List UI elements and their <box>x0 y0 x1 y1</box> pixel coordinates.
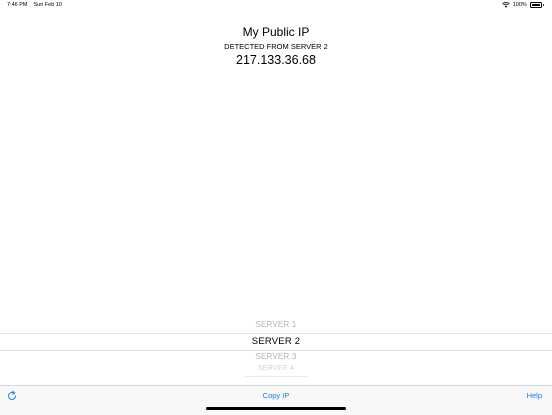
status-right: 100% <box>501 2 544 8</box>
status-time: 7:46 PM <box>7 2 28 8</box>
server-picker[interactable]: SERVER 1 SERVER 2 SERVER 3 SERVER 4 <box>0 316 552 376</box>
picker-option-server-2[interactable]: SERVER 2 <box>0 336 552 347</box>
help-button[interactable]: Help <box>527 391 542 400</box>
battery-tip <box>542 3 544 7</box>
picker-option-server-1[interactable]: SERVER 1 <box>0 320 552 329</box>
battery-percent: 100% <box>512 2 527 8</box>
status-bar: 7:46 PM Sun Feb 10 100% <box>0 0 552 12</box>
battery-icon <box>529 2 542 8</box>
home-indicator <box>206 407 346 410</box>
picker-bottom-divider <box>245 376 309 377</box>
picker-option-server-4[interactable]: SERVER 4 <box>0 365 552 371</box>
page-title: My Public IP <box>242 25 310 39</box>
wifi-icon <box>501 2 510 8</box>
status-left: 7:46 PM Sun Feb 10 <box>7 2 62 8</box>
copy-ip-button[interactable]: Copy IP <box>0 391 552 400</box>
ip-address: 217.133.36.68 <box>236 53 316 67</box>
bottom-toolbar: Copy IP Help <box>0 385 552 415</box>
detected-from-label: DETECTED FROM SERVER 2 <box>224 42 328 51</box>
picker-option-server-3[interactable]: SERVER 3 <box>0 352 552 361</box>
status-date: Sun Feb 10 <box>33 2 62 8</box>
battery-fill <box>531 3 541 7</box>
